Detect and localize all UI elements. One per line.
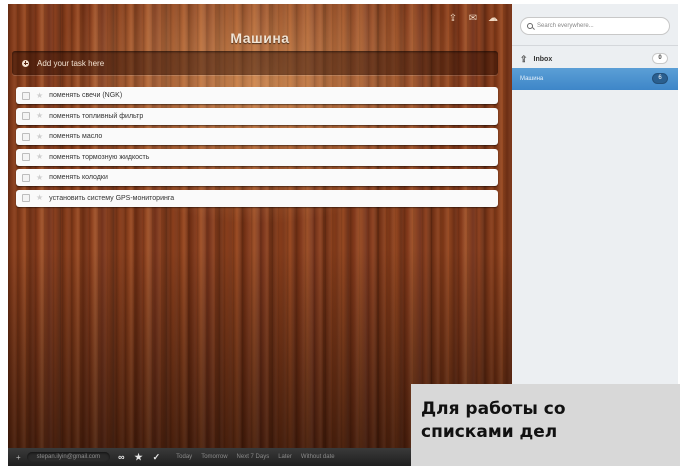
starred-filter-icon[interactable]: ★ — [135, 452, 143, 463]
search-input[interactable]: Search everywhere... — [520, 17, 670, 35]
star-icon[interactable]: ★ — [36, 91, 43, 100]
star-icon[interactable]: ★ — [36, 194, 43, 202]
search-placeholder: Search everywhere... — [537, 23, 594, 29]
task-row[interactable]: ★ поменять колодки — [16, 169, 498, 186]
task-label: поменять колодки — [49, 174, 108, 181]
sidebar-item-label: Машина — [520, 76, 544, 82]
filter-later[interactable]: Later — [278, 454, 292, 460]
task-row[interactable]: ★ поменять свечи (NGK) — [16, 87, 498, 104]
sidebar-divider — [512, 45, 678, 46]
infinity-icon[interactable]: ∞ — [118, 452, 124, 462]
filter-without-date[interactable]: Without date — [301, 454, 335, 460]
task-row[interactable]: ★ поменять масло — [16, 128, 498, 145]
filter-today[interactable]: Today — [176, 454, 192, 460]
top-toolbar: ⇪ ✉ ☁ — [446, 12, 500, 24]
add-task-input[interactable]: Add your task here — [12, 51, 498, 75]
add-icon — [22, 59, 29, 67]
task-list: ★ поменять свечи (NGK) ★ поменять топлив… — [16, 87, 498, 210]
task-row[interactable]: ★ поменять тормозную жидкость — [16, 148, 498, 166]
count-badge: 0 — [652, 53, 668, 64]
caption-box: Для работы со списками дел — [411, 384, 680, 466]
star-icon[interactable]: ★ — [36, 112, 43, 120]
sidebar-item-label: Inbox — [533, 55, 553, 63]
filter-tomorrow[interactable]: Tomorrow — [201, 454, 227, 460]
caption-text: Для работы со списками дел — [421, 399, 566, 442]
search-icon — [527, 23, 533, 29]
task-checkbox[interactable] — [22, 153, 30, 161]
add-list-button[interactable]: + — [16, 453, 21, 462]
task-checkbox[interactable] — [22, 194, 30, 202]
filter-next-7-days[interactable]: Next 7 Days — [237, 454, 270, 460]
account-email[interactable]: stepan.ilyin@gmail.com — [26, 452, 111, 462]
star-icon[interactable]: ★ — [36, 132, 43, 141]
task-checkbox[interactable] — [22, 91, 30, 100]
cloud-icon[interactable]: ☁ — [486, 12, 500, 24]
task-label: поменять тормозную жидкость — [49, 153, 150, 161]
inbox-icon: ⇪ — [520, 53, 528, 64]
sidebar-item-list[interactable]: Машина 6 — [512, 68, 678, 90]
done-filter-icon[interactable]: ✓ — [153, 452, 161, 463]
task-label: поменять свечи (NGK) — [49, 92, 123, 99]
star-icon[interactable]: ★ — [36, 153, 43, 161]
task-label: поменять топливный фильтр — [49, 112, 144, 120]
list-title: Машина — [230, 30, 290, 46]
star-icon[interactable]: ★ — [36, 173, 43, 182]
share-icon[interactable]: ⇪ — [446, 12, 460, 24]
task-checkbox[interactable] — [22, 112, 30, 120]
task-checkbox[interactable] — [22, 173, 30, 182]
task-row[interactable]: ★ поменять топливный фильтр — [16, 107, 498, 125]
task-row[interactable]: ★ установить систему GPS-мониторинга — [16, 189, 498, 207]
task-label: поменять масло — [49, 133, 103, 140]
count-badge: 6 — [652, 73, 668, 84]
task-label: установить систему GPS-мониторинга — [49, 194, 175, 202]
sidebar-item-inbox[interactable]: ⇪ Inbox 0 — [512, 50, 678, 68]
add-task-placeholder: Add your task here — [37, 58, 105, 68]
date-filters: Today Tomorrow Next 7 Days Later Without… — [176, 454, 334, 460]
mail-icon[interactable]: ✉ — [466, 12, 480, 24]
task-checkbox[interactable] — [22, 132, 30, 141]
